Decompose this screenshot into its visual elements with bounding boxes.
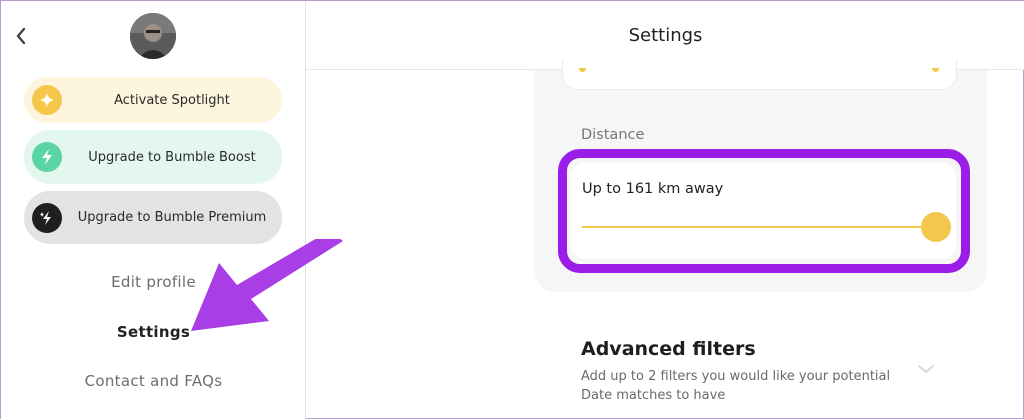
upgrade-premium-button[interactable]: Upgrade to Bumble Premium (24, 191, 282, 244)
upgrade-boost-button[interactable]: Upgrade to Bumble Boost (24, 130, 282, 184)
nav-edit-profile[interactable]: Edit profile (1, 273, 306, 291)
chevron-left-icon (16, 27, 26, 45)
app-window: Activate Spotlight Upgrade to Bumble Boo… (0, 0, 1024, 420)
distance-label: Distance (581, 127, 645, 143)
lightning-sparkle-icon (32, 202, 62, 233)
activate-spotlight-button[interactable]: Activate Spotlight (24, 77, 282, 123)
sidebar: Activate Spotlight Upgrade to Bumble Boo… (1, 1, 306, 420)
page-title: Settings (628, 24, 703, 46)
nav-settings[interactable]: Settings (1, 323, 306, 341)
back-button[interactable] (11, 25, 31, 47)
nav-contact-faqs[interactable]: Contact and FAQs (1, 372, 306, 390)
previous-filter-box (562, 59, 957, 90)
avatar[interactable] (130, 13, 176, 59)
promo-label: Upgrade to Bumble Premium (77, 210, 267, 225)
advanced-filters-description: Add up to 2 filters you would like your … (581, 369, 891, 403)
sparkle-icon (32, 85, 62, 115)
highlight-box (558, 149, 970, 273)
promo-label: Activate Spotlight (114, 92, 230, 108)
advanced-filters-title[interactable]: Advanced filters (581, 338, 756, 360)
promo-label: Upgrade to Bumble Boost (88, 149, 256, 165)
chevron-down-icon[interactable] (915, 361, 937, 377)
lightning-icon (32, 142, 62, 172)
